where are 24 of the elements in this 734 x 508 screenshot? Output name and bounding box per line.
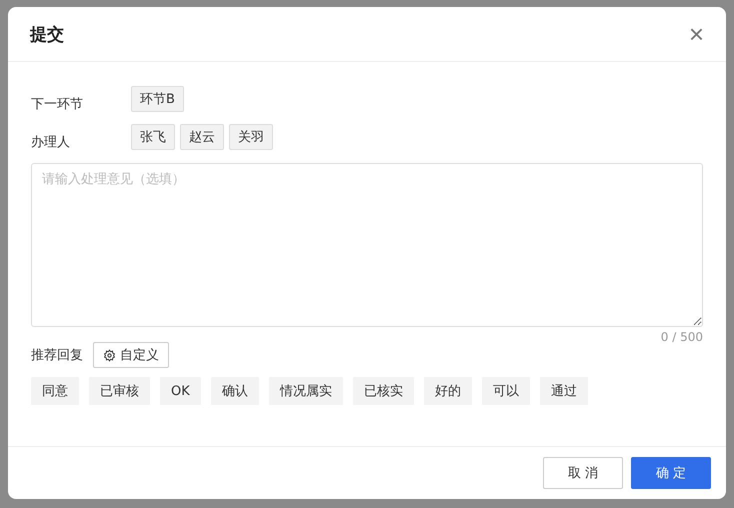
quick-reply[interactable]: 通过	[540, 377, 588, 405]
customize-button[interactable]: 自定义	[93, 342, 169, 368]
gear-icon	[103, 348, 116, 362]
comment-field[interactable]: 请输入处理意见（选填）	[31, 163, 703, 327]
recommend-label: 推荐回复	[31, 347, 83, 364]
quick-reply[interactable]: 确认	[210, 377, 259, 405]
field-label: 办理人	[31, 134, 71, 151]
dialog-title: 提交	[30, 24, 64, 46]
cancel-button[interactable]: 取 消	[543, 457, 623, 489]
tag: 赵云	[180, 124, 224, 150]
tag: 张飞	[131, 124, 175, 150]
close-button[interactable]: ×	[688, 21, 704, 47]
quick-reply[interactable]: OK	[160, 377, 201, 405]
quick-reply[interactable]: 同意	[31, 377, 79, 405]
character-counter: 0 / 500	[660, 330, 703, 344]
field-label: 下一环节	[31, 96, 84, 113]
tag: 关羽	[229, 124, 273, 150]
confirm-button[interactable]: 确 定	[631, 457, 711, 489]
tag: 环节B	[131, 86, 184, 112]
quick-reply[interactable]: 情况属实	[268, 377, 343, 405]
quick-reply[interactable]: 好的	[424, 377, 472, 405]
quick-reply[interactable]: 已核实	[352, 377, 414, 405]
quick-reply[interactable]: 已审核	[89, 377, 150, 405]
quick-reply[interactable]: 可以	[482, 377, 530, 405]
